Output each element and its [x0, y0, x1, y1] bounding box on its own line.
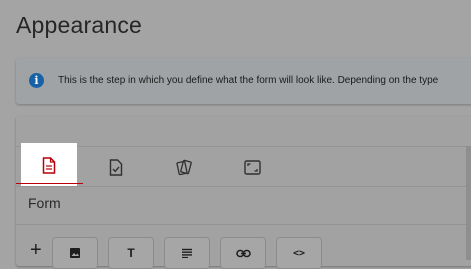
- insert-code-button[interactable]: <>: [276, 237, 322, 269]
- appearance-card: Form + T <>: [16, 116, 471, 269]
- section-divider: [16, 224, 471, 225]
- tab-form[interactable]: [21, 143, 77, 187]
- active-tab-indicator: [16, 183, 83, 184]
- info-icon: i: [29, 73, 44, 88]
- card-header: [16, 116, 471, 147]
- add-button[interactable]: +: [30, 240, 42, 260]
- scrollbar[interactable]: [466, 146, 471, 260]
- tab-bar: [16, 143, 471, 187]
- insert-text-button[interactable]: T: [108, 237, 154, 269]
- editor-toolbar: + T <>: [16, 235, 471, 269]
- checklist-icon: [109, 158, 123, 176]
- image-icon: [70, 248, 80, 258]
- cards-icon: [176, 159, 192, 175]
- section-label: Form: [28, 195, 61, 211]
- insert-image-button[interactable]: [52, 237, 98, 269]
- fullscreen-icon: [243, 159, 261, 175]
- form-document-icon: [42, 156, 56, 174]
- code-icon: <>: [292, 247, 306, 259]
- info-banner: i This is the step in which you define w…: [16, 58, 471, 104]
- insert-paragraph-button[interactable]: [164, 237, 210, 269]
- tab-checklist[interactable]: [86, 147, 146, 187]
- tab-fullscreen[interactable]: [222, 147, 282, 187]
- insert-link-button[interactable]: [220, 237, 266, 269]
- link-icon: [235, 249, 251, 257]
- page-title: Appearance: [16, 12, 143, 38]
- paragraph-icon: [182, 248, 192, 258]
- tab-cards[interactable]: [154, 147, 214, 187]
- text-icon: T: [127, 246, 135, 260]
- info-text: This is the step in which you define wha…: [58, 75, 439, 86]
- tab-divider: [16, 186, 471, 187]
